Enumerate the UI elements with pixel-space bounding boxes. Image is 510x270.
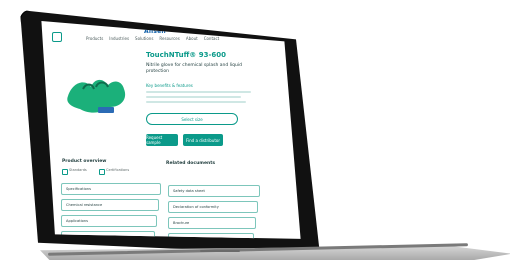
left-row[interactable]: Chemical resistance — [61, 199, 159, 211]
left-note: Certifications — [106, 168, 130, 172]
left-row[interactable]: Applications — [61, 215, 157, 227]
product-subtitle: Nitrile glove for chemical splash and li… — [146, 63, 242, 74]
nav-link[interactable]: About — [186, 36, 198, 41]
checkbox-icon[interactable] — [62, 169, 68, 175]
benefits-label: Key benefits & features — [146, 83, 193, 88]
benefit-line — [146, 101, 246, 103]
product-title: TouchNTuff® 93-600 — [146, 51, 226, 59]
size-selector[interactable]: Select size — [146, 113, 238, 125]
product-image — [58, 61, 133, 121]
laptop-screen: Products Industries Solutions Resources … — [41, 21, 301, 239]
right-row[interactable]: Declaration of conformity — [168, 201, 258, 213]
find-distributor-button[interactable]: Find a distributor — [183, 134, 223, 146]
nav-link[interactable]: Products — [86, 36, 103, 41]
benefit-line — [146, 91, 251, 93]
laptop-thumb-groove — [200, 250, 240, 252]
left-row[interactable]: Specifications — [61, 183, 161, 195]
nav-link[interactable]: Resources — [159, 36, 179, 41]
benefit-line — [146, 96, 241, 98]
glove-icon — [67, 79, 126, 113]
left-note: Standards — [69, 168, 87, 172]
nav-links: Products Industries Solutions Resources … — [86, 36, 219, 41]
menu-icon[interactable] — [52, 32, 62, 42]
right-row[interactable]: Brochure — [168, 217, 256, 229]
nav-link[interactable]: Industries — [109, 36, 129, 41]
right-row[interactable]: Safety data sheet — [168, 185, 260, 197]
request-sample-button[interactable]: Request sample — [146, 134, 178, 146]
section-title-left: Product overview — [62, 159, 107, 164]
nav-link[interactable]: Contact — [204, 36, 220, 41]
checkbox-icon[interactable] — [99, 169, 105, 175]
section-title-right: Related documents — [166, 161, 216, 166]
nav-link[interactable]: Solutions — [135, 36, 153, 41]
